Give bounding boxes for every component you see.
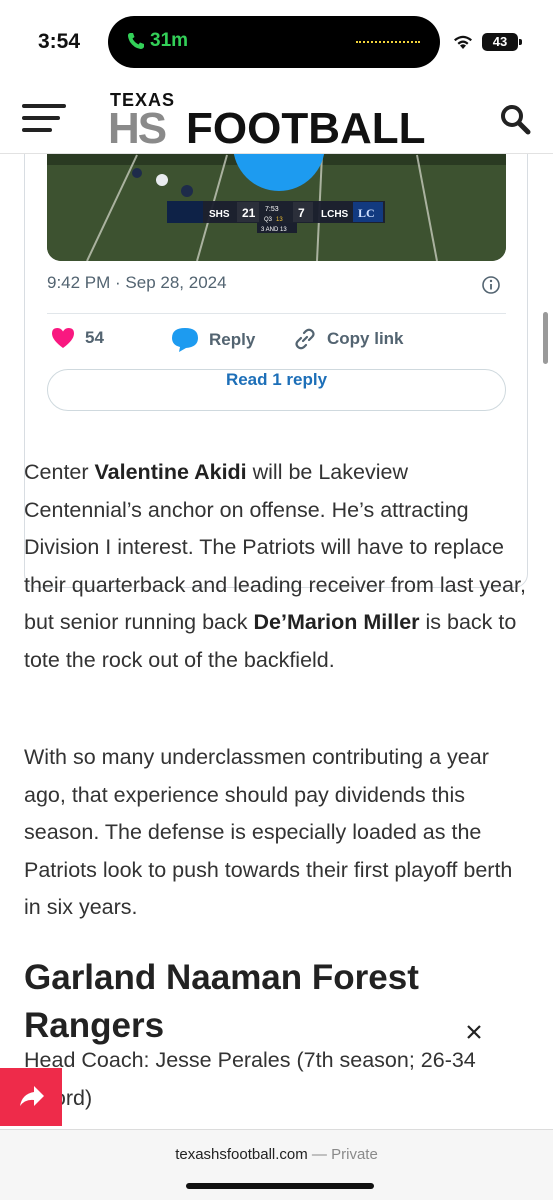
logo-football: FOOTBALL [186,104,426,153]
call-indicator[interactable]: 31m [126,30,188,52]
status-time: 3:54 [38,30,81,53]
tweet-divider [47,313,506,314]
tweet-video[interactable]: SHS 21 7:53 Q3 13 7 LCHS LC 3 AND 13 [47,154,506,261]
logo-hs: HS [108,104,167,153]
away-score: 7 [298,206,305,220]
wifi-icon [454,35,472,49]
home-score: 21 [242,206,256,220]
section-heading: Garland Naaman Forest Rangers [24,958,419,1045]
read-replies-button[interactable]: Read 1 reply [47,369,506,411]
link-icon [295,328,315,350]
article-content: SHS 21 7:53 Q3 13 7 LCHS LC 3 AND 13 9:4… [0,154,553,1129]
away-team-label: LCHS [321,209,349,220]
dynamic-island[interactable]: 31m [108,16,440,68]
browser-address-bar[interactable]: texashsfootball.com — Private [0,1129,553,1200]
site-header: TEXAS HS FOOTBALL [0,82,553,154]
heart-icon [52,328,74,348]
home-team-label: SHS [209,209,230,220]
private-mode-label: Private [331,1146,378,1163]
call-timer-text: 31m [150,30,189,51]
share-arrow-icon [20,1086,44,1106]
share-button[interactable] [0,1068,62,1126]
tweet-actions: 54 Reply Copy link [47,327,506,357]
down-and-distance: 3 AND 13 [261,227,287,233]
close-icon[interactable] [462,1020,486,1044]
site-logo[interactable]: TEXAS HS FOOTBALL [108,88,450,153]
article-paragraph-1: Center Valentine Akidi will be Lakeview … [24,460,526,672]
page-domain: texashsfootball.com [175,1146,308,1163]
article-paragraph-2: With so many underclassmen contributing … [24,745,513,919]
away-team-logo: LC [358,206,375,220]
reply-label: Reply [209,330,256,349]
game-clock: 7:53 [265,206,279,213]
tweet-timestamp[interactable]: 9:42 PM · Sep 28, 2024 [47,273,227,293]
phone-icon [128,33,144,49]
player-name-miller: De’Marion Miller [253,610,420,634]
copy-link-button[interactable]: Copy link [293,327,404,351]
scrollbar-thumb[interactable] [543,312,548,364]
reply-button[interactable]: Reply [171,327,255,353]
search-icon[interactable] [498,102,532,136]
audio-wave-icon [356,41,420,44]
info-icon[interactable] [481,275,501,295]
address-text[interactable]: texashsfootball.com — Private [0,1146,553,1163]
menu-icon[interactable] [22,104,66,134]
head-coach-line: Head Coach: Jesse Perales (7th season; 2… [24,1048,476,1110]
home-indicator[interactable] [186,1183,374,1189]
copy-link-label: Copy link [327,329,404,348]
game-quarter: Q3 [264,217,273,223]
like-button[interactable]: 54 [51,327,104,349]
battery-indicator: 43 [482,33,522,51]
player-name-akidi: Valentine Akidi [94,460,247,484]
timeouts: 13 [276,217,283,223]
status-bar: 3:54 31m 43 [0,0,553,82]
chat-bubble-icon [172,328,198,352]
like-count: 54 [85,328,104,347]
